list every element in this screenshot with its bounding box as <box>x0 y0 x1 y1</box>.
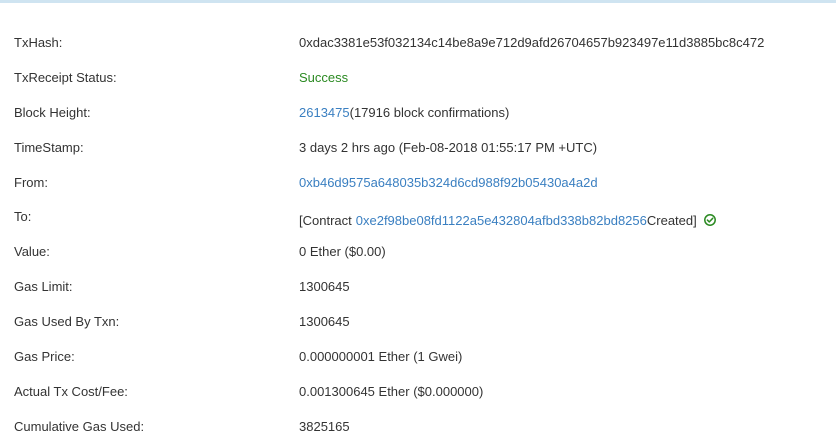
to-prefix: [Contract <box>299 213 352 229</box>
gas-price-value: 0.000000001 Ether (1 Gwei) <box>299 348 463 364</box>
row-tx-fee: Actual Tx Cost/Fee: 0.001300645 Ether ($… <box>0 374 836 409</box>
status-label: TxReceipt Status: <box>14 69 117 85</box>
from-label: From: <box>14 174 48 190</box>
to-label: To: <box>14 209 32 225</box>
block-height-label: Block Height: <box>14 104 91 120</box>
gas-limit-label: Gas Limit: <box>14 279 73 295</box>
row-value: Value: 0 Ether ($0.00) <box>0 234 836 269</box>
to-suffix: Created] <box>646 213 697 229</box>
txhash-label: TxHash: <box>14 34 63 50</box>
from-address-link[interactable]: 0xb46d9575a648035b324d6cd988f92b05430a4a… <box>299 175 598 190</box>
to-value: [Contract 0xe2f98be08fd1122a5e432804afbd… <box>299 199 716 238</box>
txhash-value: 0xdac3381e53f032134c14be8a9e712d9afd2670… <box>299 34 765 50</box>
row-cumulative-gas: Cumulative Gas Used: 3825165 <box>0 409 836 444</box>
check-circle-icon <box>703 213 716 226</box>
value-label: Value: <box>14 244 50 260</box>
top-border <box>0 0 836 3</box>
transaction-details: TxHash: 0xdac3381e53f032134c14be8a9e712d… <box>0 25 836 444</box>
contract-address-link[interactable]: 0xe2f98be08fd1122a5e432804afbd338b82bd82… <box>356 213 647 228</box>
cumulative-gas-label: Cumulative Gas Used: <box>14 418 145 434</box>
gas-limit-value: 1300645 <box>299 279 350 295</box>
tx-fee-label: Actual Tx Cost/Fee: <box>14 383 128 399</box>
gas-price-label: Gas Price: <box>14 348 75 364</box>
status-value: Success <box>299 69 349 85</box>
row-block-height: Block Height: 2613475 (17916 block confi… <box>0 95 836 130</box>
from-value: 0xb46d9575a648035b324d6cd988f92b05430a4a… <box>299 165 598 200</box>
gas-used-value: 1300645 <box>299 314 350 330</box>
tx-fee-value: 0.001300645 Ether ($0.000000) <box>299 383 484 399</box>
row-timestamp: TimeStamp: 3 days 2 hrs ago (Feb-08-2018… <box>0 130 836 165</box>
row-from: From: 0xb46d9575a648035b324d6cd988f92b05… <box>0 165 836 200</box>
block-height-value: 2613475 (17916 block confirmations) <box>299 95 509 130</box>
timestamp-label: TimeStamp: <box>14 139 84 155</box>
row-gas-limit: Gas Limit: 1300645 <box>0 269 836 304</box>
row-txhash: TxHash: 0xdac3381e53f032134c14be8a9e712d… <box>0 25 836 60</box>
row-gas-used: Gas Used By Txn: 1300645 <box>0 304 836 339</box>
value-value: 0 Ether ($0.00) <box>299 244 386 260</box>
gas-used-label: Gas Used By Txn: <box>14 314 120 330</box>
row-to: To: [Contract 0xe2f98be08fd1122a5e432804… <box>0 199 836 234</box>
timestamp-value: 3 days 2 hrs ago (Feb-08-2018 01:55:17 P… <box>299 139 598 155</box>
block-confirmations: (17916 block confirmations) <box>349 104 510 120</box>
row-gas-price: Gas Price: 0.000000001 Ether (1 Gwei) <box>0 339 836 374</box>
block-number-link[interactable]: 2613475 <box>299 105 350 120</box>
row-status: TxReceipt Status: Success <box>0 60 836 95</box>
cumulative-gas-value: 3825165 <box>299 418 350 434</box>
